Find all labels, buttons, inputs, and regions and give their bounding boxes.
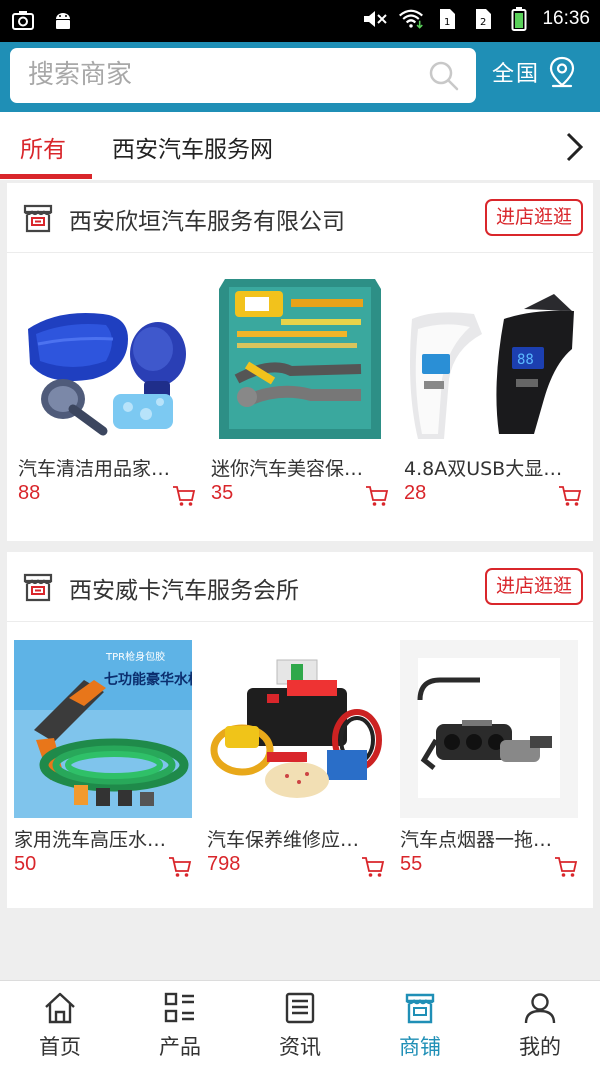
- product-image-emergency-kit[interactable]: [207, 640, 385, 818]
- store-header[interactable]: 西安威卡汽车服务会所 进店逛逛: [7, 552, 593, 622]
- wifi-icon: [398, 6, 424, 32]
- store-card: 西安威卡汽车服务会所 进店逛逛 TPR枪身包胶 七功能豪华水枪 家用: [7, 552, 593, 908]
- store-card: 西安欣垣汽车服务有限公司 进店逛逛 汽车清洁用品家… 88 迷你汽车美容保… 3…: [7, 183, 593, 541]
- nav-label: 产品: [159, 1035, 201, 1059]
- cart-icon[interactable]: [168, 856, 192, 878]
- battery-icon: [506, 6, 532, 32]
- region-label: 全国: [492, 62, 541, 87]
- tab-xian-auto-service[interactable]: 西安汽车服务网: [112, 130, 273, 164]
- product-name: 汽车清洁用品家…: [18, 458, 171, 480]
- category-tabs: 所有 西安汽车服务网: [0, 112, 600, 180]
- product-price: 35: [211, 482, 234, 504]
- search-icon[interactable]: [428, 60, 460, 92]
- svg-text:2: 2: [480, 17, 486, 28]
- chevron-right-icon[interactable]: [560, 130, 588, 164]
- news-icon: [285, 992, 315, 1024]
- product-price: 55: [400, 853, 423, 875]
- store-icon: [23, 204, 53, 233]
- cart-icon[interactable]: [554, 856, 578, 878]
- cart-icon[interactable]: [365, 485, 389, 507]
- product-price: 88: [18, 482, 41, 504]
- product-price: 798: [207, 853, 241, 875]
- image-caption-title: 七功能豪华水枪: [104, 671, 192, 688]
- product-name: 汽车保养维修应…: [207, 829, 360, 851]
- store-name: 西安威卡汽车服务会所: [69, 578, 299, 604]
- store-icon: [23, 573, 53, 602]
- status-bar: 1 2 16:36: [0, 0, 600, 42]
- image-caption-tpr: TPR枪身包胶: [105, 650, 165, 663]
- enter-store-button[interactable]: 进店逛逛: [485, 568, 583, 605]
- product-name: 家用洗车高压水…: [14, 829, 167, 851]
- product-name: 迷你汽车美容保…: [211, 458, 364, 480]
- cart-icon[interactable]: [558, 485, 582, 507]
- sim1-icon: 1: [434, 6, 460, 32]
- product-price: 50: [14, 853, 37, 875]
- bottom-navigation: 首页 产品 资讯 商铺 我的: [0, 980, 600, 1067]
- sim2-icon: 2: [470, 6, 496, 32]
- nav-products[interactable]: 产品: [120, 981, 240, 1067]
- nav-label: 我的: [519, 1035, 561, 1059]
- product-price: 28: [404, 482, 427, 504]
- nav-label: 首页: [39, 1035, 81, 1059]
- clock-time: 16:36: [542, 8, 590, 29]
- location-pin-icon: [549, 56, 575, 88]
- search-box[interactable]: [10, 48, 476, 103]
- product-image-usb-charger[interactable]: 88: [404, 269, 582, 447]
- product-name: 汽车点烟器一拖…: [400, 829, 553, 851]
- nav-label: 商铺: [399, 1035, 441, 1059]
- nav-profile[interactable]: 我的: [480, 981, 600, 1067]
- user-icon: [524, 993, 556, 1024]
- product-image-car-cleaning[interactable]: [18, 269, 196, 447]
- enter-store-button[interactable]: 进店逛逛: [485, 199, 583, 236]
- nav-news[interactable]: 资讯: [240, 981, 360, 1067]
- grid-list-icon: [164, 992, 194, 1023]
- top-header: 全国: [0, 42, 600, 112]
- product-image-water-gun[interactable]: TPR枪身包胶 七功能豪华水枪: [14, 640, 192, 818]
- android-icon: [50, 8, 76, 34]
- nav-label: 资讯: [279, 1035, 321, 1059]
- mute-icon: [362, 6, 388, 32]
- svg-text:88: 88: [517, 352, 534, 368]
- nav-stores[interactable]: 商铺: [360, 981, 480, 1067]
- search-input[interactable]: [28, 56, 418, 94]
- store-header[interactable]: 西安欣垣汽车服务有限公司 进店逛逛: [7, 183, 593, 253]
- product-image-tool-kit[interactable]: [211, 269, 389, 447]
- product-image-socket-splitter[interactable]: [400, 640, 578, 818]
- screenshot-icon: [10, 8, 36, 34]
- product-name: 4.8A双USB大显…: [404, 458, 563, 480]
- cart-icon[interactable]: [361, 856, 385, 878]
- svg-text:1: 1: [444, 17, 450, 28]
- cart-icon[interactable]: [172, 485, 196, 507]
- nav-home[interactable]: 首页: [0, 981, 120, 1067]
- tab-all[interactable]: 所有: [20, 130, 66, 164]
- active-tab-indicator: [0, 174, 92, 179]
- home-icon: [45, 992, 75, 1024]
- region-selector[interactable]: 全国: [492, 56, 576, 88]
- store-icon: [405, 993, 435, 1024]
- store-name: 西安欣垣汽车服务有限公司: [69, 209, 345, 235]
